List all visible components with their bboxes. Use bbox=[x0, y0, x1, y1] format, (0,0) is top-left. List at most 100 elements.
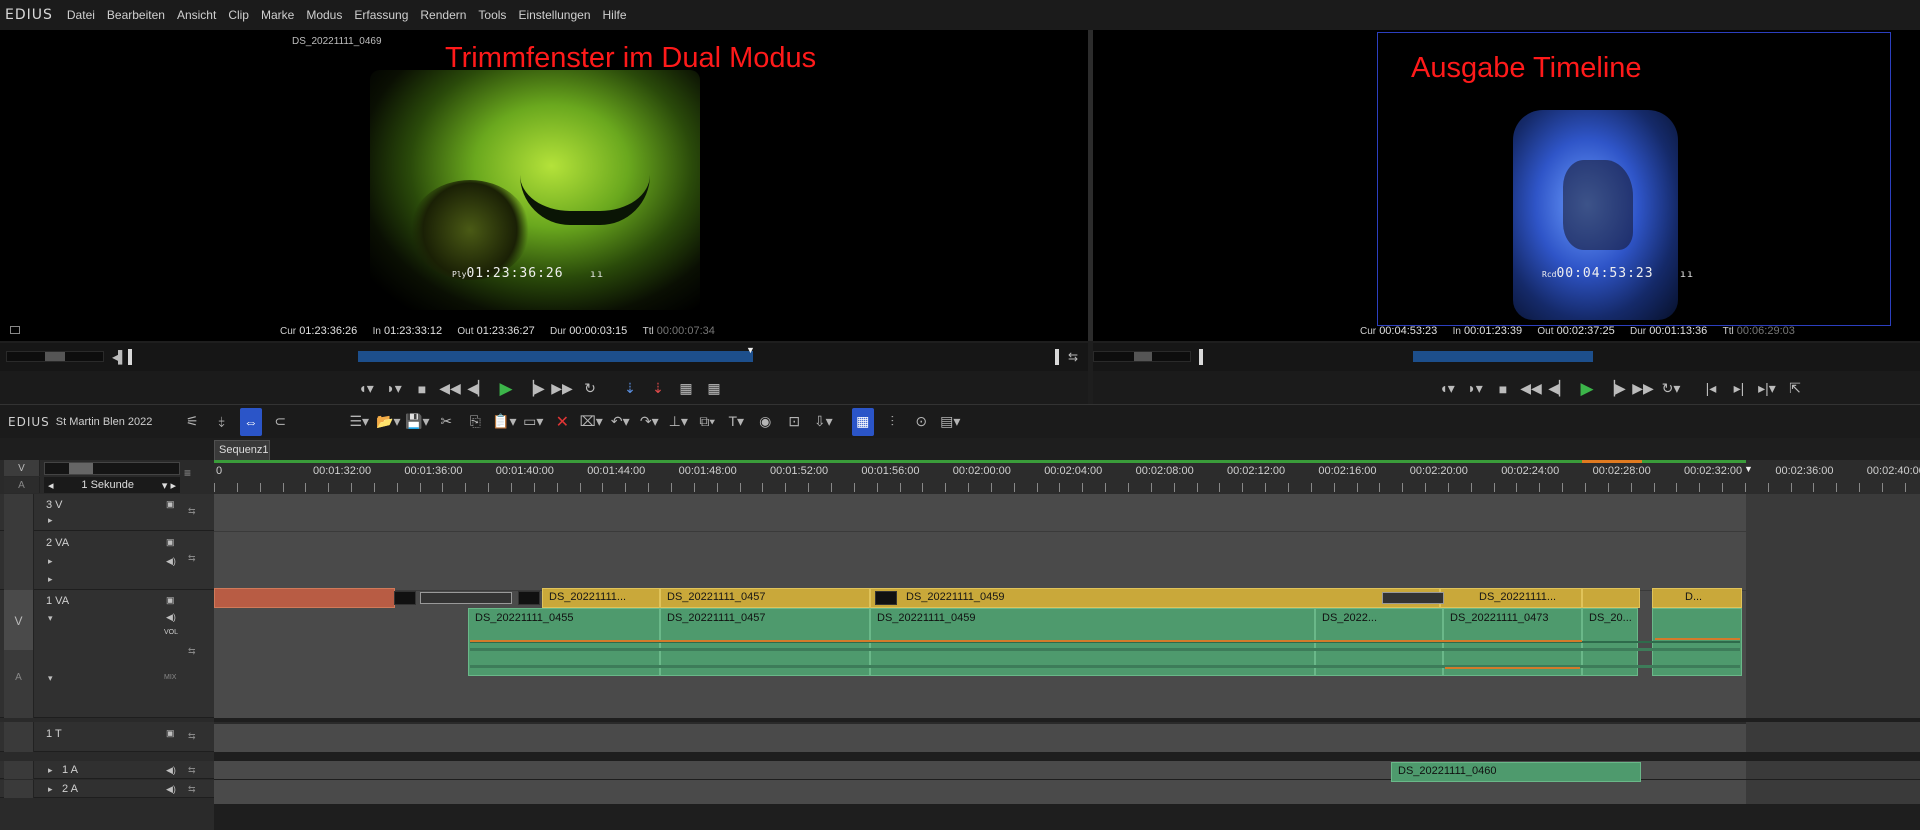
ripple-delete-icon[interactable]: ⌧▾ bbox=[577, 408, 606, 436]
trim-bar[interactable] bbox=[420, 592, 512, 604]
lane-3v[interactable] bbox=[214, 494, 1746, 531]
lane-2va[interactable] bbox=[214, 531, 1746, 590]
export-button[interactable]: ⇱ bbox=[1781, 375, 1809, 403]
redo-icon[interactable]: ↷▾ bbox=[635, 408, 664, 436]
track-header-3v[interactable]: 3 V ▸ ▣ ⇆ bbox=[0, 494, 214, 531]
menu-tools[interactable]: Tools bbox=[472, 0, 512, 30]
recorder-in-out-range[interactable] bbox=[1413, 351, 1593, 362]
menu-marke[interactable]: Marke bbox=[255, 0, 300, 30]
recorder-marker[interactable] bbox=[1199, 349, 1203, 365]
add-marker-icon[interactable]: ⊥▾ bbox=[664, 408, 693, 436]
export-icon[interactable]: ⇩▾ bbox=[809, 408, 838, 436]
loop-button[interactable]: ↻ bbox=[576, 375, 604, 403]
speaker-icon[interactable]: ◀) bbox=[166, 556, 176, 567]
next-frame-button[interactable]: ▕▶ bbox=[520, 375, 548, 403]
prev-frame-button[interactable]: ◀▏ bbox=[464, 375, 492, 403]
sync-lock-icon[interactable]: ⇔ bbox=[239, 407, 262, 436]
video-mute-icon[interactable]: ▣ bbox=[166, 499, 175, 510]
multicam-icon[interactable]: ⊙ bbox=[907, 408, 936, 436]
track-header-1t[interactable]: 1 T ▣ ⇆ bbox=[0, 722, 214, 752]
menu-rendern[interactable]: Rendern bbox=[414, 0, 472, 30]
video-mute-icon[interactable]: ▣ bbox=[166, 728, 175, 739]
speaker-icon[interactable]: ◀) bbox=[166, 765, 176, 776]
a-source-patch[interactable]: A bbox=[4, 650, 34, 718]
copy-icon[interactable]: ⎘ bbox=[461, 408, 490, 436]
rec-prev-frame-button[interactable]: ◀▏ bbox=[1545, 375, 1573, 403]
sync-icon[interactable]: ⇆ bbox=[1068, 350, 1078, 364]
sync-icon[interactable]: ⇆ bbox=[188, 784, 196, 795]
timeline-view-icon[interactable]: ▦ bbox=[851, 407, 874, 436]
sync-icon[interactable]: ⇆ bbox=[188, 765, 196, 776]
zoom-select[interactable]: ◂ 1 Sekunde ▾ ▸ bbox=[44, 477, 180, 493]
settings-icon[interactable]: ▤▾ bbox=[936, 408, 965, 436]
mode-icon[interactable]: ⚟ bbox=[178, 408, 207, 436]
ripple-icon[interactable]: ⤈ bbox=[207, 408, 236, 436]
trim-bar[interactable] bbox=[1382, 592, 1444, 604]
rec-set-out-button[interactable]: ◗▾ bbox=[1461, 375, 1489, 403]
mix-label[interactable]: MIX bbox=[164, 674, 176, 681]
track-header-2va[interactable]: 2 VA ▸ ▸ ▣ ◀) ⇆ bbox=[0, 531, 214, 590]
pan-rubberband[interactable] bbox=[1445, 667, 1580, 669]
video-mute-icon[interactable]: ▣ bbox=[166, 537, 175, 548]
player-marker-in[interactable] bbox=[128, 349, 132, 365]
rec-set-in-button[interactable]: ◖▾ bbox=[1433, 375, 1461, 403]
delete-icon[interactable]: ✕ bbox=[548, 408, 577, 436]
menu-bearbeiten[interactable]: Bearbeiten bbox=[101, 0, 171, 30]
lane-2a[interactable] bbox=[214, 780, 1746, 804]
lane-1t[interactable] bbox=[214, 722, 1746, 752]
undo-icon[interactable]: ↶▾ bbox=[606, 408, 635, 436]
paste-attributes-icon[interactable]: ▭▾ bbox=[519, 408, 548, 436]
timeline-playhead[interactable]: ▼ bbox=[1744, 464, 1753, 474]
player-in-out-range[interactable] bbox=[358, 351, 753, 362]
video-mute-icon[interactable]: ▣ bbox=[166, 595, 175, 606]
expand-icon[interactable]: ▸ bbox=[48, 556, 53, 567]
video-clip[interactable]: DS_20221111_0459 bbox=[870, 588, 1440, 608]
zoom-slider[interactable] bbox=[44, 462, 180, 475]
recorder-position-bar[interactable] bbox=[1093, 343, 1920, 371]
sync-icon[interactable]: ⇆ bbox=[188, 731, 196, 742]
menu-clip[interactable]: Clip bbox=[222, 0, 255, 30]
recorder-shuttle[interactable] bbox=[1093, 351, 1191, 362]
track-header-2a[interactable]: ▸ 2 A ◀) ⇆ bbox=[0, 780, 214, 798]
collapse-icon[interactable]: ▾ bbox=[48, 673, 53, 684]
video-clip[interactable]: DS_20221111... bbox=[542, 588, 660, 608]
open-folder-icon[interactable]: 📂▾ bbox=[374, 408, 403, 436]
collapse-icon[interactable]: ▾ bbox=[48, 613, 53, 624]
rec-rewind-button[interactable]: ◀◀ bbox=[1517, 375, 1545, 403]
player-position-bar[interactable]: ◂▌ ▼ ⇆ bbox=[0, 343, 1088, 371]
v-patch[interactable]: V bbox=[4, 460, 40, 476]
play-button[interactable]: ▶ bbox=[492, 375, 520, 403]
capture-icon[interactable]: ⊡ bbox=[780, 408, 809, 436]
clip-video-outside[interactable] bbox=[214, 588, 395, 608]
next-edit-button[interactable]: ▸| bbox=[1725, 375, 1753, 403]
sync-icon[interactable]: ⇆ bbox=[188, 553, 196, 564]
monitor-icon[interactable] bbox=[10, 326, 20, 334]
volume-rubberband[interactable] bbox=[470, 640, 1582, 642]
menu-ansicht[interactable]: Ansicht bbox=[171, 0, 222, 30]
menu-einstellungen[interactable]: Einstellungen bbox=[512, 0, 596, 30]
mixer-icon[interactable]: ⫶ bbox=[878, 408, 907, 436]
expand-icon[interactable]: ▸ bbox=[48, 765, 53, 776]
menu-datei[interactable]: Datei bbox=[61, 0, 101, 30]
video-clip[interactable]: D... bbox=[1652, 588, 1742, 608]
track-header-1a[interactable]: ▸ 1 A ◀) ⇆ bbox=[0, 761, 214, 779]
speaker-icon[interactable]: ◀) bbox=[166, 612, 176, 623]
fast-forward-button[interactable]: ▶▶ bbox=[548, 375, 576, 403]
player-playhead[interactable]: ▼ bbox=[746, 345, 755, 355]
rec-play-button[interactable]: ▶ bbox=[1573, 375, 1601, 403]
rec-fast-forward-button[interactable]: ▶▶ bbox=[1629, 375, 1657, 403]
rec-next-frame-button[interactable]: ▕▶ bbox=[1601, 375, 1629, 403]
title-icon[interactable]: T▾ bbox=[722, 408, 751, 436]
add-clip-button[interactable]: ▦ bbox=[672, 375, 700, 403]
a-patch[interactable]: A bbox=[4, 477, 40, 493]
player-shuttle[interactable] bbox=[6, 351, 104, 362]
stop-button[interactable]: ■ bbox=[408, 375, 436, 403]
audio-track-clip[interactable]: DS_20221111_0460 bbox=[1391, 762, 1641, 782]
menu-hilfe[interactable]: Hilfe bbox=[597, 0, 633, 30]
group-link-icon[interactable]: ⊂ bbox=[266, 408, 295, 436]
track-header-1va[interactable]: V A 1 VA ▾ ▾ ▣ ◀) VOL MIX ⇆ bbox=[0, 590, 214, 718]
player-monitor[interactable]: DS_20221111_0469 Trimmfenster im Dual Mo… bbox=[0, 30, 1088, 341]
expand-icon[interactable]: ▸ bbox=[48, 515, 53, 526]
volume-rubberband[interactable] bbox=[1655, 638, 1740, 640]
rec-stop-button[interactable]: ■ bbox=[1489, 375, 1517, 403]
